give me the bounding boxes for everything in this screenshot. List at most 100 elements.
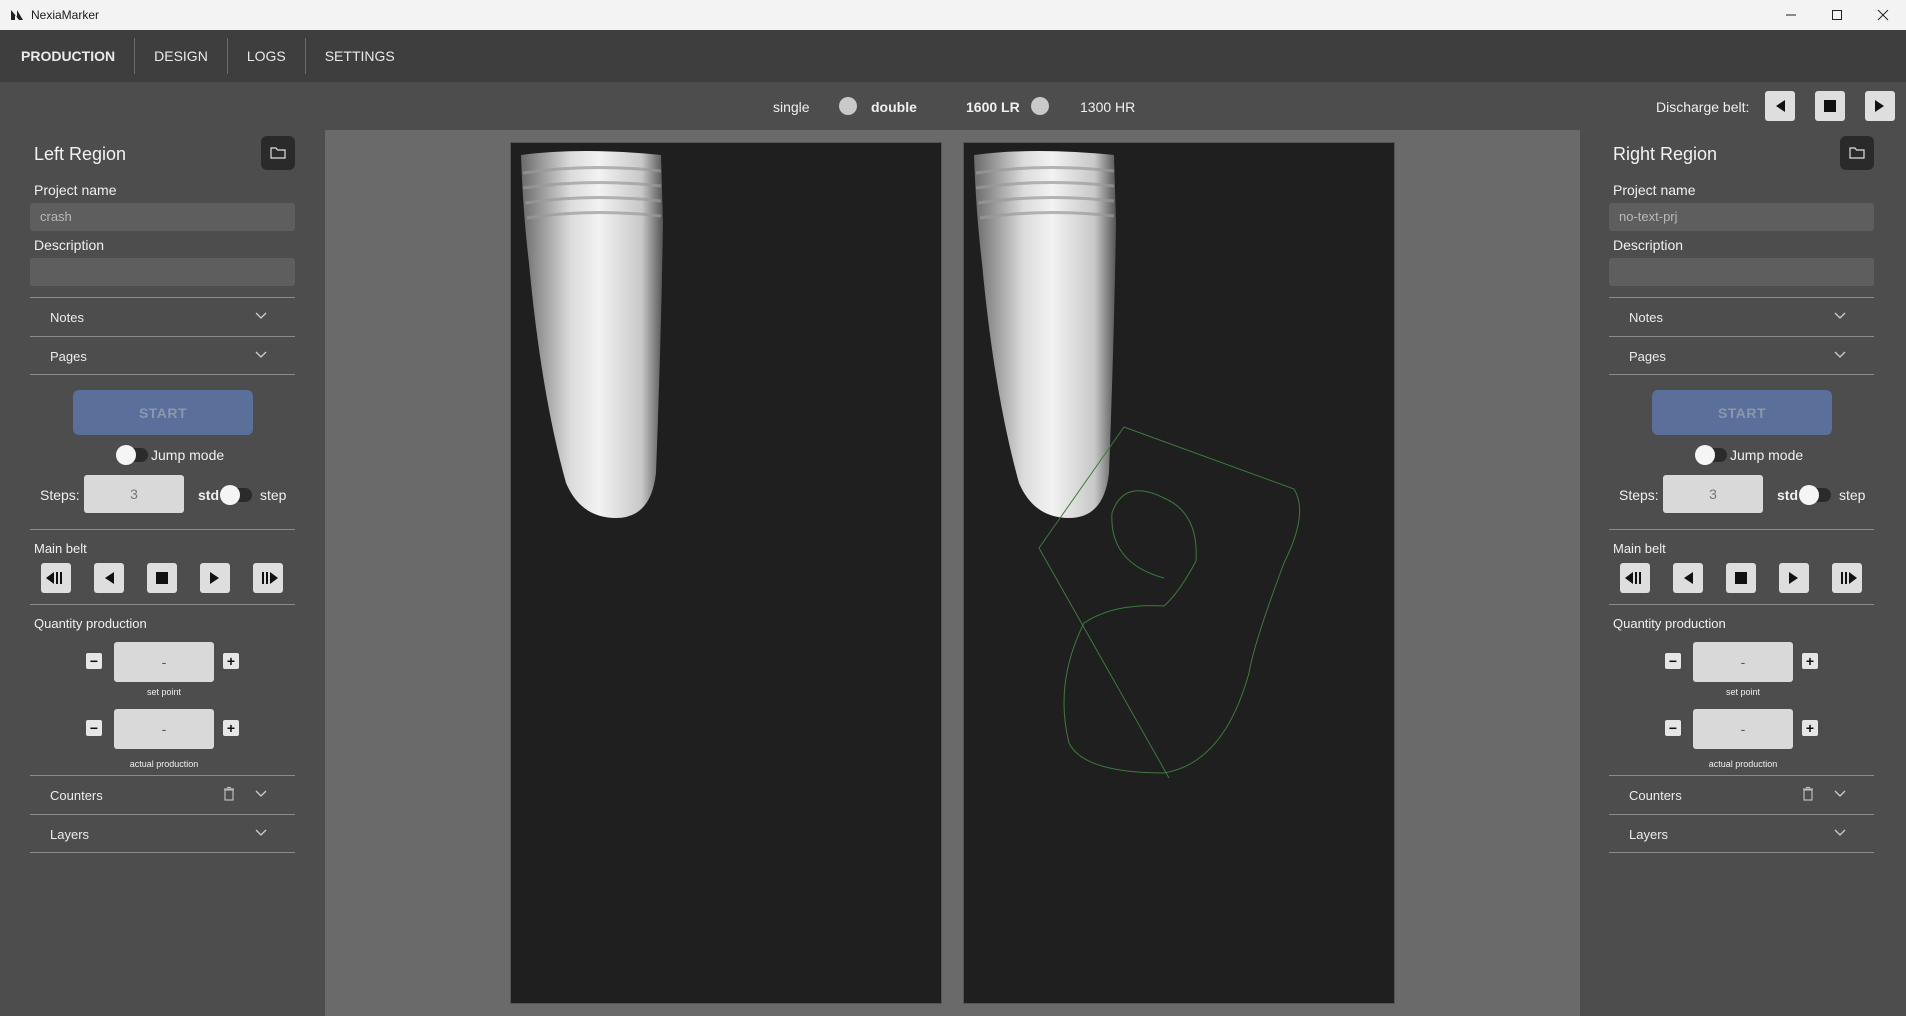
right-actual-value[interactable]: - [1693,709,1793,749]
title-bar: NexiaMarker [0,0,1906,30]
left-description-label: Description [34,237,105,253]
left-region-title: Left Region [34,144,127,164]
resolution-lr-label: 1600 LR [966,99,1020,115]
trash-icon[interactable] [222,786,236,802]
minimize-icon[interactable] [1768,0,1814,30]
right-counters-accordion[interactable]: Counters [1609,775,1874,814]
left-jump-mode-toggle[interactable] [116,445,148,465]
right-setpoint-minus-button[interactable]: − [1665,653,1681,669]
left-step-label: step [260,487,287,503]
maximize-icon[interactable] [1814,0,1860,30]
right-setpoint-caption: set point [1725,687,1761,697]
mode-double-label: double [871,99,917,115]
right-belt-stop-button[interactable] [1726,563,1756,593]
right-setpoint-value[interactable]: - [1693,642,1793,682]
left-std-step-toggle[interactable] [220,485,252,505]
left-pages-accordion[interactable]: Pages [30,336,295,375]
left-main-belt-label: Main belt [34,541,87,556]
right-jump-mode-toggle[interactable] [1695,445,1727,465]
left-actual-minus-button[interactable]: − [86,720,102,736]
right-setpoint-plus-button[interactable]: + [1802,653,1818,669]
right-project-input[interactable]: no-text-prj [1609,203,1874,231]
right-belt-fast-back-button[interactable] [1620,563,1650,593]
chevron-down-icon [1834,790,1846,797]
left-actual-plus-button[interactable]: + [223,720,239,736]
play-left-icon [1776,100,1785,112]
left-steps-input[interactable]: 3 [84,475,184,513]
right-std-label: std [1777,487,1798,503]
skip-forward-icon [1841,572,1857,584]
right-notes-label: Notes [1629,310,1663,325]
right-description-input[interactable] [1609,258,1874,286]
right-belt-back-button[interactable] [1673,563,1703,593]
right-project-label: Project name [1613,182,1696,198]
right-belt-forward-button[interactable] [1779,563,1809,593]
left-description-input[interactable] [30,258,295,286]
left-belt-fast-back-button[interactable] [41,563,71,593]
tab-design[interactable]: DESIGN [135,38,228,74]
chevron-down-icon [255,351,267,358]
preview-canvas [325,130,1580,1016]
left-notes-accordion[interactable]: Notes [30,297,295,336]
folder-icon [1849,147,1865,159]
tab-production[interactable]: PRODUCTION [0,38,136,74]
close-icon[interactable] [1860,0,1906,30]
left-setpoint-value[interactable]: - [114,642,214,682]
trash-icon[interactable] [1801,786,1815,802]
discharge-stop-button[interactable] [1815,91,1845,121]
right-steps-label: Steps: [1619,487,1659,503]
right-open-folder-button[interactable] [1840,136,1874,170]
chevron-down-icon [255,312,267,319]
left-setpoint-caption: set point [146,687,182,697]
left-belt-back-button[interactable] [94,563,124,593]
right-jump-mode-label: Jump mode [1730,447,1804,463]
mode-toggle[interactable] [839,97,857,115]
app-logo-icon [11,10,23,20]
discharge-forward-button[interactable] [1865,91,1895,121]
skip-back-icon [1625,572,1641,584]
right-notes-accordion[interactable]: Notes [1609,297,1874,336]
chevron-down-icon [1834,829,1846,836]
right-std-step-toggle[interactable] [1799,485,1831,505]
left-project-label: Project name [34,182,117,198]
skip-back-icon [46,572,62,584]
right-actual-plus-button[interactable]: + [1802,720,1818,736]
folder-icon [270,147,286,159]
tab-settings[interactable]: SETTINGS [306,38,414,74]
mode-bar: single double 1600 LR 1300 HR Discharge … [0,82,1906,130]
left-layers-accordion[interactable]: Layers [30,814,295,853]
left-belt-forward-button[interactable] [200,563,230,593]
right-pages-accordion[interactable]: Pages [1609,336,1874,375]
right-actual-minus-button[interactable]: − [1665,720,1681,736]
left-start-button[interactable]: START [73,390,253,435]
left-actual-value[interactable]: - [114,709,214,749]
play-right-icon [1875,100,1884,112]
left-belt-fast-forward-button[interactable] [253,563,283,593]
right-description-label: Description [1613,237,1684,253]
left-notes-label: Notes [50,310,84,325]
tab-logs[interactable]: LOGS [228,38,306,74]
right-steps-input[interactable]: 3 [1663,475,1763,513]
discharge-belt-label: Discharge belt: [1656,99,1750,115]
resolution-toggle[interactable] [1031,97,1049,115]
right-main-belt-label: Main belt [1613,541,1666,556]
right-preview-image[interactable] [963,142,1395,1004]
right-belt-fast-forward-button[interactable] [1832,563,1862,593]
stop-icon [1735,572,1747,584]
discharge-back-button[interactable] [1765,91,1795,121]
window-title: NexiaMarker [31,8,100,22]
left-belt-stop-button[interactable] [147,563,177,593]
left-project-input[interactable]: crash [30,203,295,231]
right-start-button[interactable]: START [1652,390,1832,435]
left-open-folder-button[interactable] [261,136,295,170]
left-pages-label: Pages [50,349,87,364]
main-nav: PRODUCTION DESIGN LOGS SETTINGS [0,30,1906,82]
left-preview-image[interactable] [510,142,942,1004]
play-right-icon [210,572,219,584]
left-counters-accordion[interactable]: Counters [30,775,295,814]
left-setpoint-minus-button[interactable]: − [86,653,102,669]
left-steps-label: Steps: [40,487,80,503]
left-setpoint-plus-button[interactable]: + [223,653,239,669]
stop-icon [156,572,168,584]
right-layers-accordion[interactable]: Layers [1609,814,1874,853]
